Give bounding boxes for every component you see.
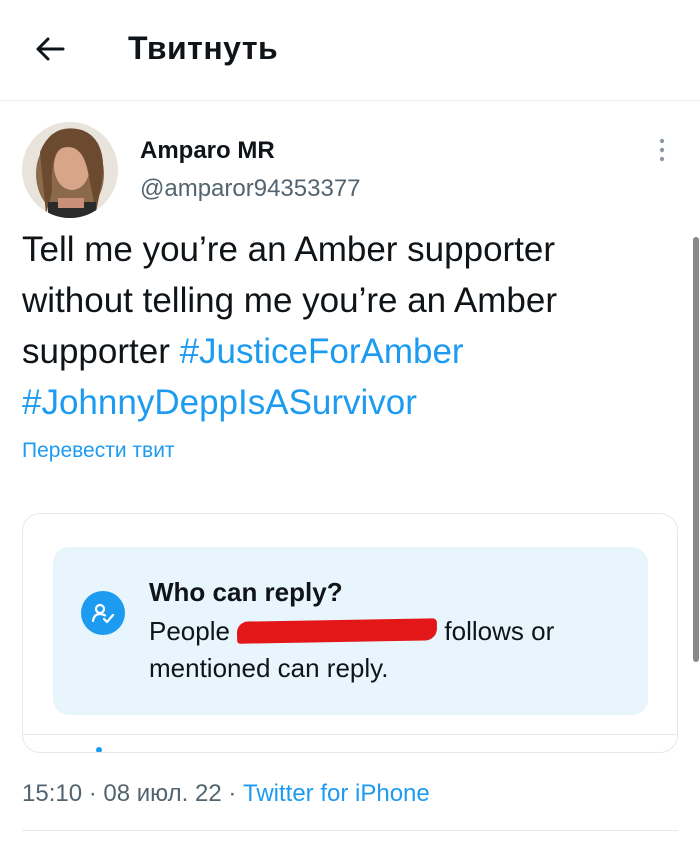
tweet-text-line: #JohnnyDeppIsASurvivor — [22, 377, 682, 428]
tweet-text-line: supporter #JusticeForAmber — [22, 326, 682, 377]
reply-settings-card: Who can reply? People follows or mentione… — [22, 513, 678, 753]
card-indicator-dot — [96, 747, 102, 752]
tweet-meta: 15:10 · 08 июл. 22 · Twitter for iPhone — [22, 780, 430, 808]
arrow-left-icon — [35, 36, 65, 67]
tweet-source-link[interactable]: Twitter for iPhone — [243, 780, 430, 807]
reply-notice-title: Who can reply? — [149, 577, 343, 607]
hashtag-justiceforamber[interactable]: #JusticeForAmber — [180, 332, 464, 371]
more-vertical-icon — [658, 137, 666, 168]
more-button[interactable] — [650, 136, 674, 168]
author-username[interactable]: @amparor94353377 — [140, 175, 361, 203]
back-button[interactable] — [30, 31, 70, 71]
meta-separator: · — [82, 780, 104, 807]
tweet-text-line: Tell me you’re an Amber supporter — [22, 230, 556, 269]
avatar[interactable] — [22, 122, 118, 218]
tweet-date: 08 июл. 22 — [103, 780, 222, 807]
tweet-text-segment: supporter — [22, 332, 180, 371]
reply-notice-body: People follows or mentioned can reply. — [149, 613, 619, 687]
user-avatar-image — [22, 122, 118, 218]
reply-restriction-icon — [81, 591, 125, 635]
hashtag-johnnydeppisasurvivor[interactable]: #JohnnyDeppIsASurvivor — [22, 383, 417, 422]
scrollbar[interactable] — [693, 237, 699, 662]
who-can-reply-notice: Who can reply? People follows or mentione… — [53, 547, 648, 715]
translate-tweet-link[interactable]: Перевести твит — [22, 439, 175, 463]
reply-notice-text: follows or — [437, 616, 555, 646]
redaction-mark — [237, 618, 438, 644]
page-title: Твитнуть — [128, 30, 279, 66]
tweet-text: Tell me you’re an Amber supporter withou… — [22, 224, 682, 428]
reply-notice-text: People — [149, 616, 238, 646]
reply-notice-text: mentioned can reply. — [149, 653, 389, 683]
meta-separator: · — [221, 780, 243, 807]
card-divider — [23, 734, 677, 735]
author-name[interactable]: Amparo MR — [140, 137, 275, 165]
divider — [22, 830, 678, 831]
tweet-time: 15:10 — [22, 780, 83, 807]
tweet-text-line: without telling me you’re an Amber — [22, 281, 557, 320]
top-bar: Твитнуть — [0, 0, 700, 101]
